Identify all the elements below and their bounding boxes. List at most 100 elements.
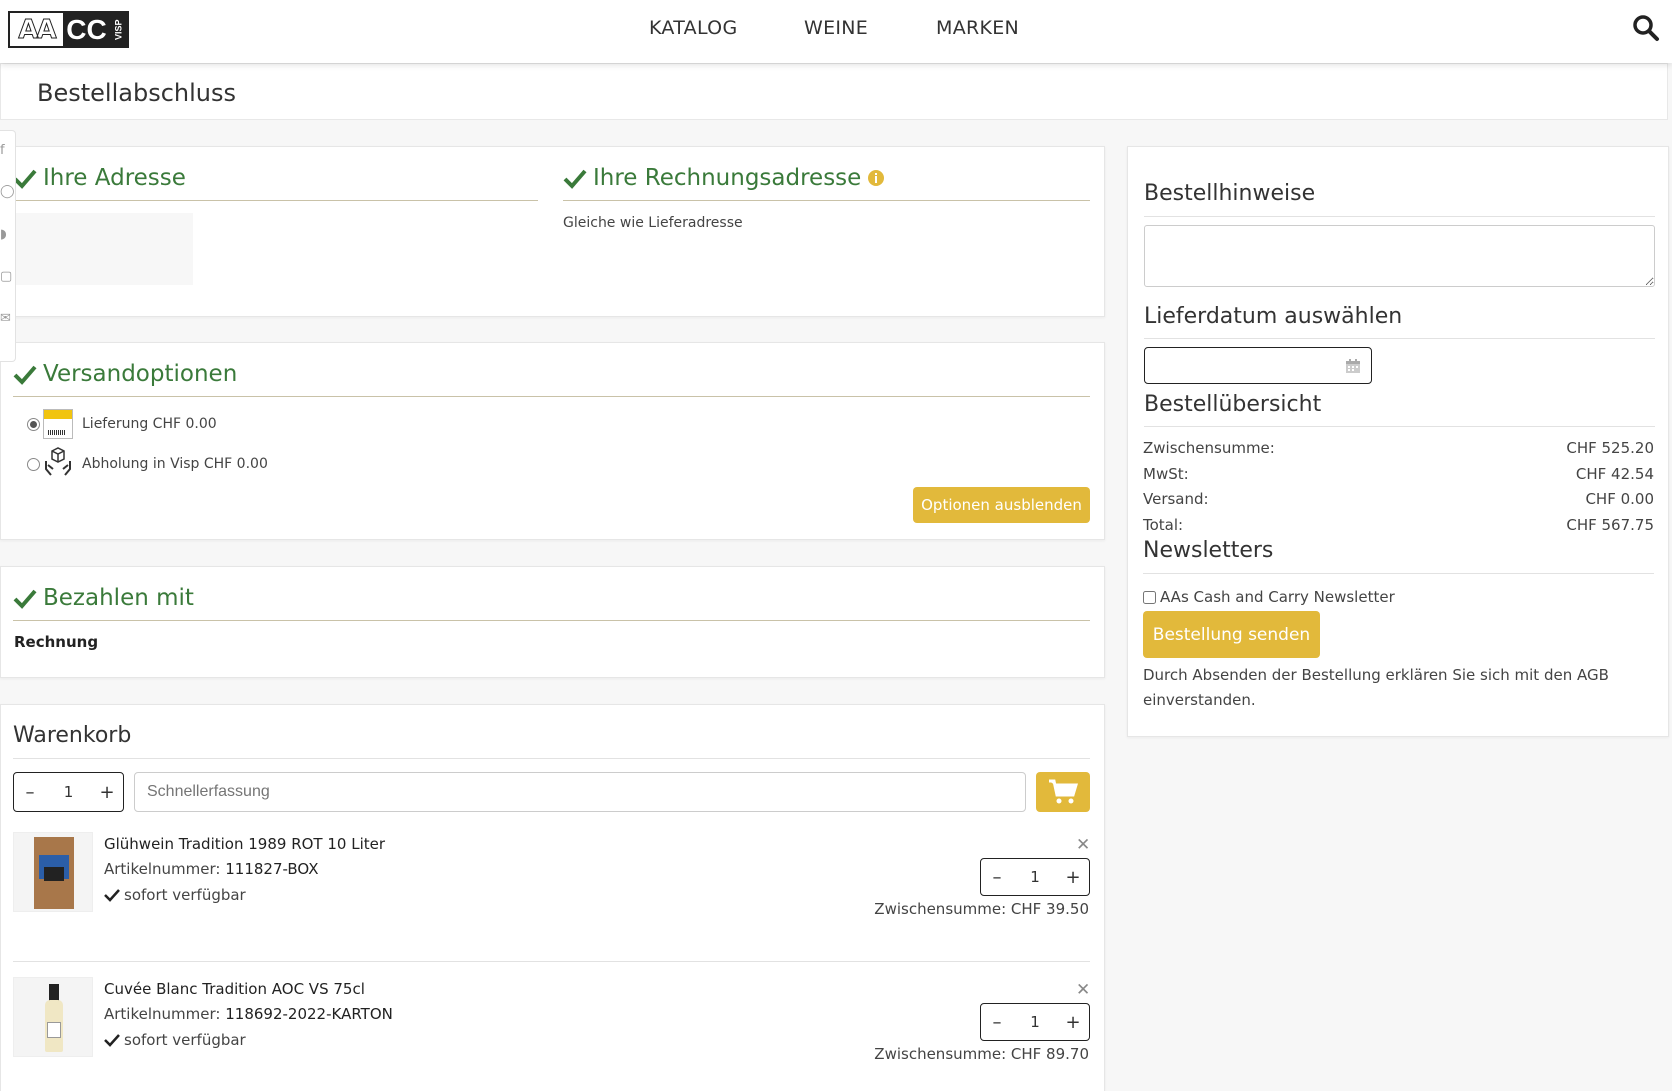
address-placeholder (13, 213, 193, 285)
pickup-hands-box-icon (45, 447, 71, 476)
page-title: Bestellabschluss (37, 79, 236, 107)
shipping-option-pickup[interactable]: Abholung in Visp CHF 0.00 (82, 456, 268, 472)
logo-visp: VISP (110, 13, 127, 46)
sku-value: 111827-BOX (225, 860, 319, 878)
summary-label: Versand: (1143, 490, 1209, 508)
increment-button[interactable]: + (1057, 867, 1089, 888)
calendar-icon[interactable] (1345, 358, 1361, 374)
cart-icon (1049, 779, 1078, 804)
shipping-heading: Versandoptionen (13, 361, 237, 387)
product-image[interactable] (13, 832, 93, 912)
product-name[interactable]: Glühwein Tradition 1989 ROT 10 Liter (104, 835, 385, 853)
divider (13, 758, 1090, 759)
payment-method: Rechnung (14, 633, 99, 651)
shipping-option-delivery[interactable]: Lieferung CHF 0.00 (82, 416, 217, 432)
newsletter-checkbox[interactable] (1143, 590, 1156, 604)
order-notes-textarea[interactable] (1144, 225, 1655, 287)
quick-qty-value[interactable]: 1 (46, 783, 91, 801)
logo-cc: CC (63, 13, 110, 46)
check-icon (13, 169, 37, 189)
remove-item-icon[interactable]: ✕ (1076, 835, 1090, 855)
item-qty-value[interactable]: 1 (1013, 868, 1057, 886)
address-heading-text: Ihre Adresse (43, 165, 186, 191)
nav-marken[interactable]: MARKEN (936, 17, 1019, 39)
delivery-date-input[interactable] (1144, 347, 1372, 384)
pinterest-icon[interactable]: ◯ (0, 184, 15, 199)
summary-total: Total: CHF 567.75 (1143, 516, 1654, 534)
summary-value: CHF 42.54 (1575, 465, 1654, 483)
divider (1144, 216, 1655, 217)
summary-subtotal: Zwischensumme: CHF 525.20 (1143, 439, 1654, 457)
remove-item-icon[interactable]: ✕ (1076, 980, 1090, 1000)
newsletter-heading: Newsletters (1143, 538, 1274, 563)
cart-heading: Warenkorb (13, 723, 132, 748)
delivery-date-heading: Lieferdatum auswählen (1144, 304, 1403, 329)
quick-qty-stepper: – 1 + (13, 772, 124, 812)
sku-label: Artikelnummer: (104, 860, 221, 878)
billing-heading: Ihre Rechnungsadresse (563, 165, 885, 191)
product-sku: Artikelnummer: 111827-BOX (104, 860, 319, 878)
notes-heading: Bestellhinweise (1144, 181, 1316, 206)
overview-heading: Bestellübersicht (1144, 392, 1322, 417)
summary-value: CHF 525.20 (1566, 439, 1654, 457)
check-icon (13, 589, 37, 609)
nav-weine[interactable]: WEINE (804, 17, 868, 39)
submit-order-button[interactable]: Bestellung senden (1143, 611, 1320, 658)
info-icon[interactable] (867, 169, 885, 187)
decrement-button[interactable]: – (14, 782, 46, 803)
summary-label: Total: (1143, 516, 1184, 534)
summary-value: CHF 567.75 (1566, 516, 1654, 534)
twitter-icon[interactable]: ◗ (0, 227, 10, 242)
payment-heading: Bezahlen mit (13, 585, 194, 611)
summary-label: MwSt: (1143, 465, 1189, 483)
divider (13, 396, 1090, 397)
shipping-radio-delivery[interactable] (27, 418, 40, 431)
add-to-cart-button[interactable] (1036, 772, 1090, 812)
item-subtotal: Zwischensumme: CHF 89.70 (874, 1045, 1089, 1063)
newsletter-option: AAs Cash and Carry Newsletter (1143, 588, 1395, 606)
divider (563, 200, 1090, 201)
terms-text: Durch Absenden der Bestellung erklären S… (1143, 666, 1609, 709)
hide-options-button[interactable]: Optionen ausblenden (913, 487, 1090, 523)
email-icon[interactable]: ✉ (0, 311, 11, 326)
facebook-icon[interactable]: f (0, 143, 10, 158)
check-icon (13, 365, 37, 385)
item-subtotal: Zwischensumme: CHF 39.50 (874, 900, 1089, 918)
payment-heading-text: Bezahlen mit (43, 585, 194, 611)
product-name[interactable]: Cuvée Blanc Tradition AOC VS 75cl (104, 980, 365, 998)
decrement-button[interactable]: – (981, 867, 1013, 888)
quick-entry-input[interactable] (134, 772, 1026, 812)
top-navigation-bar: AA CC VISP KATALOG WEINE MARKEN (0, 0, 1672, 63)
summary-vat: MwSt: CHF 42.54 (1143, 465, 1654, 483)
availability: sofort verfügbar (104, 886, 246, 904)
increment-button[interactable]: + (1057, 1012, 1089, 1033)
post-delivery-icon (43, 409, 73, 439)
billing-same-text: Gleiche wie Lieferadresse (563, 215, 743, 231)
shipping-heading-text: Versandoptionen (43, 361, 238, 387)
product-sku: Artikelnummer: 118692-2022-KARTON (104, 1005, 393, 1023)
product-image[interactable] (13, 977, 93, 1057)
divider (13, 200, 538, 201)
item-qty-value[interactable]: 1 (1013, 1013, 1057, 1031)
item-qty-stepper: – 1 + (980, 1003, 1090, 1041)
cart-card: Warenkorb – 1 + Glühwein Tradition 1989 … (0, 704, 1105, 1091)
availability-text: sofort verfügbar (124, 886, 246, 904)
increment-button[interactable]: + (91, 782, 123, 803)
divider (1144, 338, 1655, 339)
search-icon[interactable] (1632, 14, 1660, 42)
instagram-icon[interactable]: ▢ (0, 269, 12, 284)
divider (13, 620, 1090, 621)
item-qty-stepper: – 1 + (980, 858, 1090, 896)
check-icon (104, 889, 120, 902)
decrement-button[interactable]: – (981, 1012, 1013, 1033)
divider (1143, 573, 1654, 574)
summary-label: Zwischensumme: (1143, 439, 1275, 457)
site-logo[interactable]: AA CC VISP (8, 11, 129, 48)
shipping-radio-pickup[interactable] (27, 458, 40, 471)
nav-katalog[interactable]: KATALOG (649, 17, 737, 39)
availability-text: sofort verfügbar (124, 1031, 246, 1049)
newsletter-label[interactable]: AAs Cash and Carry Newsletter (1160, 588, 1395, 606)
check-icon (104, 1034, 120, 1047)
address-heading: Ihre Adresse (13, 165, 186, 191)
billing-heading-text: Ihre Rechnungsadresse (593, 165, 862, 191)
